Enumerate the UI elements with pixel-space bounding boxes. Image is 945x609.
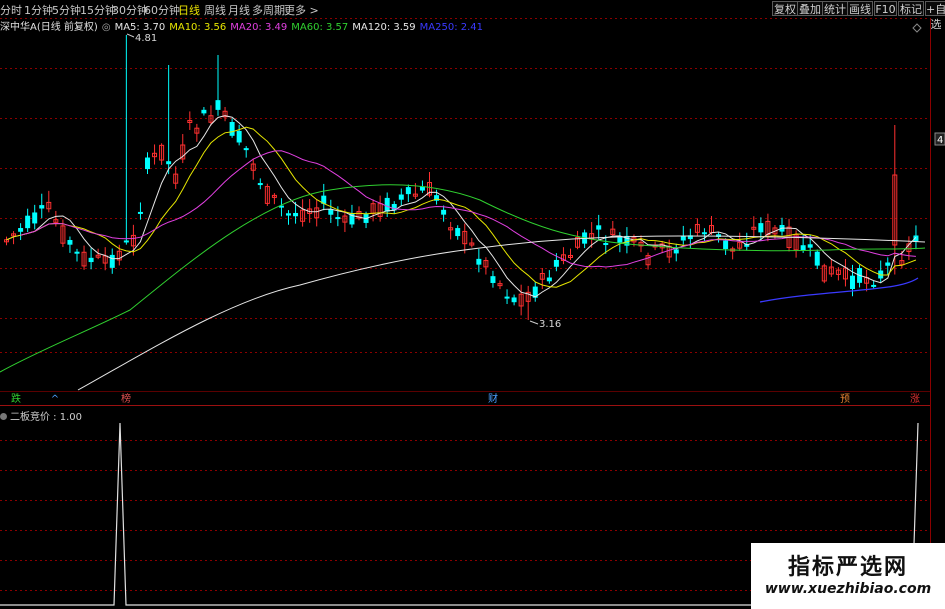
signal-marker-2: 榜 bbox=[121, 394, 131, 405]
candle-body bbox=[701, 232, 707, 235]
candle-body bbox=[871, 284, 877, 287]
candle-body bbox=[405, 187, 411, 195]
low-price-label: 3.16 bbox=[539, 319, 561, 330]
signal-marker-5: 涨 bbox=[910, 394, 920, 405]
candle-body bbox=[88, 257, 94, 263]
high-price-label: 4.81 bbox=[135, 33, 157, 44]
indicator-label: 二板竞价 : 1.00 bbox=[10, 412, 82, 423]
diamond-icon bbox=[912, 23, 922, 33]
candle-body bbox=[215, 100, 221, 110]
candle-body bbox=[800, 245, 806, 251]
candle-body bbox=[617, 237, 623, 243]
candle-body bbox=[286, 213, 291, 216]
candle-body bbox=[229, 122, 235, 136]
candle-body bbox=[67, 240, 73, 245]
ma120-line bbox=[77, 235, 926, 391]
indicator-dot-icon bbox=[0, 413, 7, 420]
signal-marker-0: 跌 bbox=[11, 394, 21, 405]
price-tag-label: 4 bbox=[937, 135, 943, 146]
candle-body bbox=[243, 148, 249, 151]
candle-body bbox=[455, 228, 461, 237]
candle-body bbox=[32, 212, 38, 224]
watermark: 指标严选网 www.xuezhibiao.com bbox=[751, 543, 945, 609]
high-pointer bbox=[126, 33, 135, 38]
candle-body bbox=[335, 217, 341, 220]
watermark-url: www.xuezhibiao.com bbox=[764, 581, 932, 597]
candle-body bbox=[511, 297, 517, 303]
candle-body bbox=[293, 212, 299, 217]
candle-body bbox=[673, 249, 679, 254]
candle-body bbox=[814, 251, 820, 266]
candle-body bbox=[723, 240, 729, 249]
candle-body bbox=[145, 157, 150, 170]
candle-body bbox=[328, 209, 334, 215]
candle-body bbox=[74, 251, 80, 254]
candle-body bbox=[807, 244, 813, 248]
candle-body bbox=[850, 275, 855, 289]
signal-marker-1: ^ bbox=[50, 394, 60, 405]
signal-marker-4: 预 bbox=[840, 394, 850, 405]
candle-body bbox=[123, 240, 129, 243]
candle-body bbox=[137, 211, 143, 214]
candle-body bbox=[384, 197, 390, 212]
low-pointer bbox=[529, 320, 539, 325]
candle-body bbox=[441, 209, 447, 215]
ma250-line bbox=[759, 277, 919, 303]
candle-body bbox=[596, 225, 602, 230]
candle-body bbox=[257, 183, 263, 186]
candle-body bbox=[758, 223, 764, 233]
candle-body bbox=[504, 296, 510, 299]
ma10-line bbox=[6, 126, 917, 288]
kline-chart: 4.81 3.16 4 bbox=[0, 18, 945, 609]
candle-body bbox=[490, 276, 496, 283]
candle-body bbox=[25, 215, 31, 229]
candle-body bbox=[39, 205, 45, 209]
indicator-title: 二板竞价 : 1.00 bbox=[0, 408, 82, 423]
candle-body bbox=[201, 109, 207, 114]
candle-body bbox=[913, 235, 919, 242]
candle-body bbox=[236, 130, 242, 143]
candle-body bbox=[553, 259, 559, 267]
candle-body bbox=[109, 254, 115, 268]
candle-body bbox=[546, 277, 552, 282]
signal-marker-3: 财 bbox=[488, 394, 498, 405]
candle-body bbox=[18, 228, 24, 232]
candle-body bbox=[885, 262, 891, 266]
candle-body bbox=[603, 243, 609, 246]
watermark-title: 指标严选网 bbox=[787, 555, 908, 580]
candle-body bbox=[166, 161, 172, 165]
candle-body bbox=[476, 258, 482, 265]
candle-body bbox=[398, 194, 404, 200]
